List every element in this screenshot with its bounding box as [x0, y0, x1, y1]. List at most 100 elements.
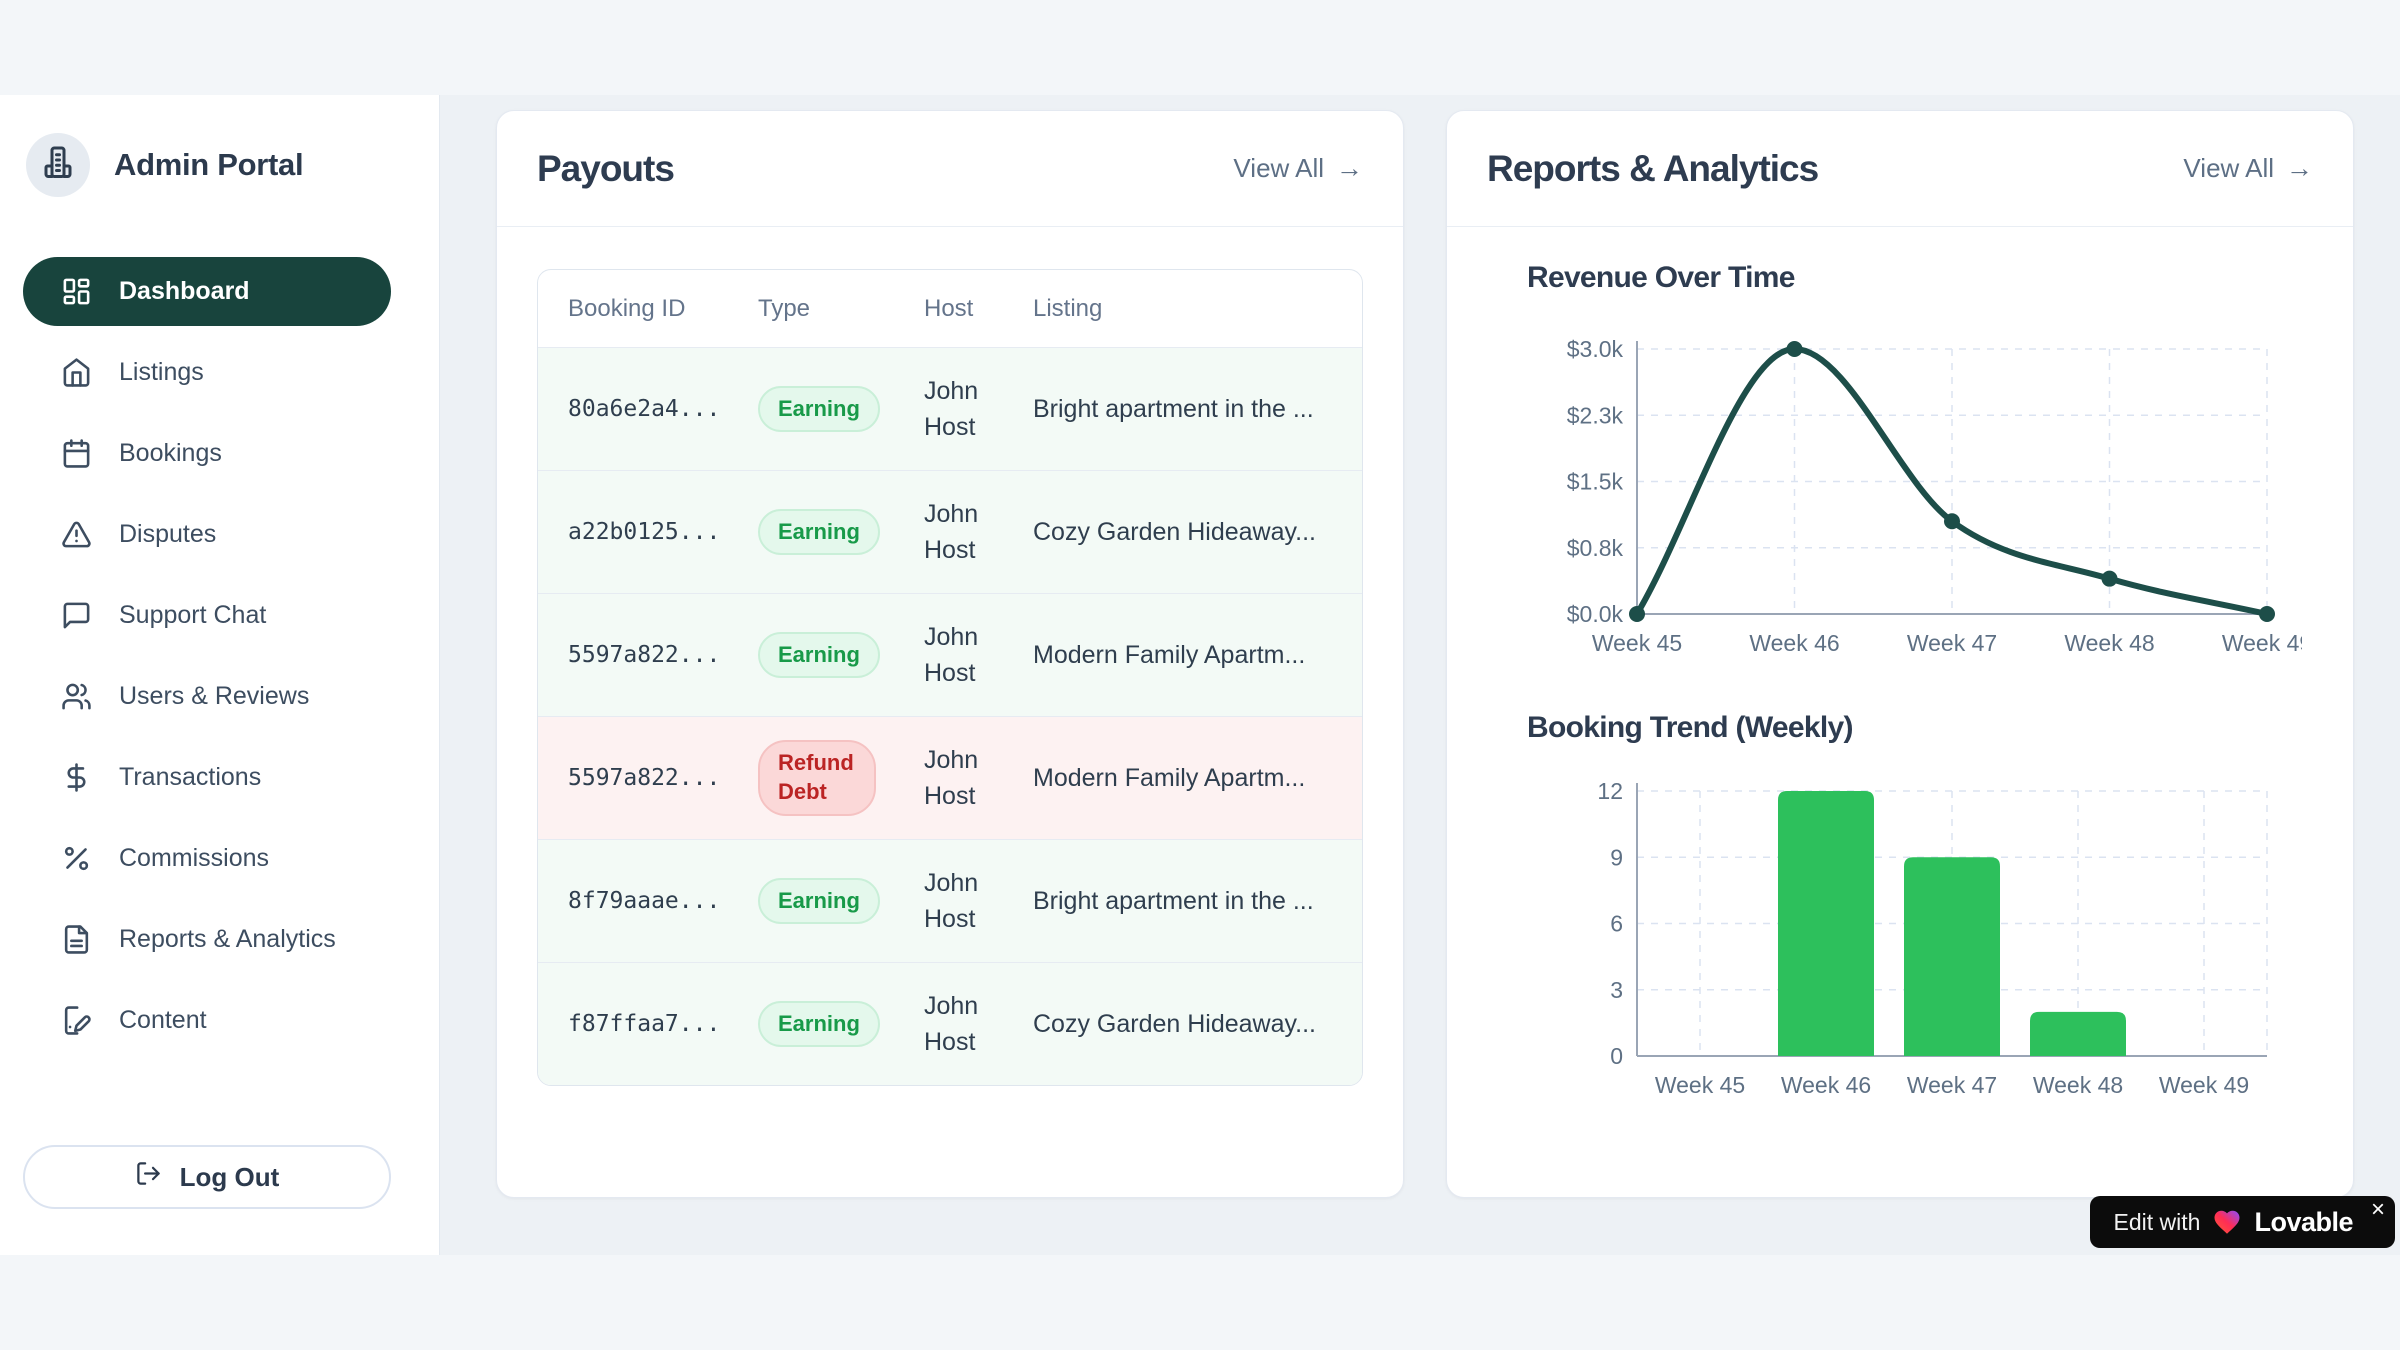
booking-id-cell: a22b0125...	[568, 519, 758, 545]
booking-id-cell: 8f79aaae...	[568, 888, 758, 914]
sidebar-item-label: Reports & Analytics	[119, 925, 336, 954]
heart-icon	[2212, 1207, 2242, 1237]
sidebar-item-commissions[interactable]: Commissions	[23, 824, 391, 893]
reports-header: Reports & Analytics View All →	[1447, 111, 2353, 227]
table-body: 80a6e2a4...EarningJohn HostBright apartm…	[538, 347, 1362, 1085]
sidebar-item-users-reviews[interactable]: Users & Reviews	[23, 662, 391, 731]
file-text-icon	[61, 924, 92, 955]
x-tick-label: Week 49	[2222, 630, 2302, 656]
sidebar-item-dashboard[interactable]: Dashboard	[23, 257, 391, 326]
sidebar-item-label: Dashboard	[119, 277, 250, 306]
sidebar-item-listings[interactable]: Listings	[23, 338, 391, 407]
app-container: Admin Portal Dashboard Listings Bookings Di…	[0, 95, 2400, 1255]
lovable-brand-label: Lovable	[2254, 1207, 2353, 1238]
type-cell: Earning	[758, 509, 924, 556]
sidebar: Admin Portal Dashboard Listings Bookings Di…	[0, 95, 440, 1255]
host-cell: John Host	[924, 496, 1033, 569]
home-icon	[61, 357, 92, 388]
type-badge: Earning	[758, 878, 880, 925]
booking-id-cell: 80a6e2a4...	[568, 396, 758, 422]
sidebar-item-label: Bookings	[119, 439, 222, 468]
sidebar-item-disputes[interactable]: Disputes	[23, 500, 391, 569]
type-cell: Earning	[758, 632, 924, 679]
type-cell: Earning	[758, 878, 924, 925]
listing-cell: Modern Family Apartm...	[1033, 637, 1362, 673]
x-tick-label: Week 47	[1907, 1072, 1997, 1098]
booking-id-cell: 5597a822...	[568, 765, 758, 791]
sidebar-item-support-chat[interactable]: Support Chat	[23, 581, 391, 650]
sidebar-item-label: Support Chat	[119, 601, 266, 630]
sidebar-item-label: Users & Reviews	[119, 682, 309, 711]
chat-bubble-icon	[61, 600, 92, 631]
sidebar-item-label: Commissions	[119, 844, 269, 873]
table-row[interactable]: 5597a822...EarningJohn HostModern Family…	[538, 593, 1362, 716]
building-icon	[40, 145, 76, 186]
x-tick-label: Week 48	[2064, 630, 2154, 656]
sidebar-item-reports-analytics[interactable]: Reports & Analytics	[23, 905, 391, 974]
sidebar-item-label: Transactions	[119, 763, 261, 792]
percent-icon	[61, 843, 92, 874]
y-tick-label: $0.8k	[1567, 535, 1624, 561]
payouts-card: Payouts View All → Booking IDTypeHostLis…	[496, 110, 1404, 1198]
data-point	[1787, 341, 1803, 357]
data-point	[2259, 606, 2275, 622]
type-badge: Refund Debt	[758, 740, 876, 815]
y-tick-label: 0	[1610, 1043, 1623, 1069]
listing-cell: Bright apartment in the ...	[1033, 391, 1362, 427]
table-header-row: Booking IDTypeHostListing	[538, 270, 1362, 347]
table-row[interactable]: f87ffaa7...EarningJohn HostCozy Garden H…	[538, 962, 1362, 1085]
revenue-line-chart: $0.0k$0.8k$1.5k$2.3k$3.0kWeek 45Week 46W…	[1562, 333, 2302, 669]
type-cell: Earning	[758, 386, 924, 433]
host-cell: John Host	[924, 865, 1033, 938]
y-tick-label: 6	[1610, 911, 1623, 937]
column-header: Booking ID	[568, 295, 758, 323]
arrow-right-icon: →	[2286, 153, 2313, 184]
brand: Admin Portal	[26, 133, 303, 197]
users-icon	[61, 681, 92, 712]
file-pen-icon	[61, 1005, 92, 1036]
listing-cell: Modern Family Apartm...	[1033, 760, 1362, 796]
type-badge: Earning	[758, 509, 880, 556]
table-row[interactable]: 5597a822...Refund Debt John HostModern Fa…	[538, 716, 1362, 839]
sidebar-item-label: Listings	[119, 358, 204, 387]
data-point	[2102, 571, 2118, 587]
reports-view-all-link[interactable]: View All →	[2183, 153, 2313, 184]
calendar-icon	[61, 438, 92, 469]
host-cell: John Host	[924, 619, 1033, 692]
type-cell: Refund Debt	[758, 740, 924, 815]
host-cell: John Host	[924, 373, 1033, 446]
column-header: Listing	[1033, 295, 1362, 323]
logout-icon	[135, 1160, 162, 1194]
type-badge: Earning	[758, 386, 880, 433]
data-point	[1629, 606, 1645, 622]
x-tick-label: Week 48	[2033, 1072, 2123, 1098]
booking-bar-chart: 036912Week 45Week 46Week 47Week 48Week 4…	[1562, 775, 2302, 1111]
bar	[1778, 791, 1874, 1056]
sidebar-item-transactions[interactable]: Transactions	[23, 743, 391, 812]
payouts-view-all-link[interactable]: View All →	[1233, 153, 1363, 184]
table-row[interactable]: 80a6e2a4...Earning John HostBright apartm…	[538, 347, 1362, 470]
x-tick-label: Week 45	[1592, 630, 1682, 656]
sidebar-item-content[interactable]: Content	[23, 986, 391, 1055]
table-row[interactable]: a22b0125...Earning John HostCozy Garden H…	[538, 470, 1362, 593]
close-icon[interactable]: ×	[2371, 1198, 2385, 1222]
sidebar-item-bookings[interactable]: Bookings	[23, 419, 391, 488]
alert-triangle-icon	[61, 519, 92, 550]
logout-button[interactable]: Log Out	[23, 1145, 391, 1209]
listing-cell: Cozy Garden Hideaway...	[1033, 514, 1362, 550]
lovable-badge[interactable]: Edit with Lovable ×	[2090, 1196, 2395, 1248]
bar	[2030, 1012, 2126, 1056]
sidebar-item-label: Disputes	[119, 520, 216, 549]
y-tick-label: 9	[1610, 844, 1623, 870]
table-row[interactable]: 8f79aaae...EarningJohn HostBright apartm…	[538, 839, 1362, 962]
edit-with-label: Edit with	[2114, 1209, 2201, 1236]
view-all-label: View All	[2183, 153, 2274, 184]
app-title: Admin Portal	[114, 147, 303, 183]
avatar	[26, 133, 90, 197]
x-tick-label: Week 46	[1781, 1072, 1871, 1098]
x-tick-label: Week 49	[2159, 1072, 2249, 1098]
dollar-icon	[61, 762, 92, 793]
payouts-title: Payouts	[537, 148, 674, 190]
host-cell: John Host	[924, 742, 1033, 815]
sidebar-item-label: Content	[119, 1006, 207, 1035]
